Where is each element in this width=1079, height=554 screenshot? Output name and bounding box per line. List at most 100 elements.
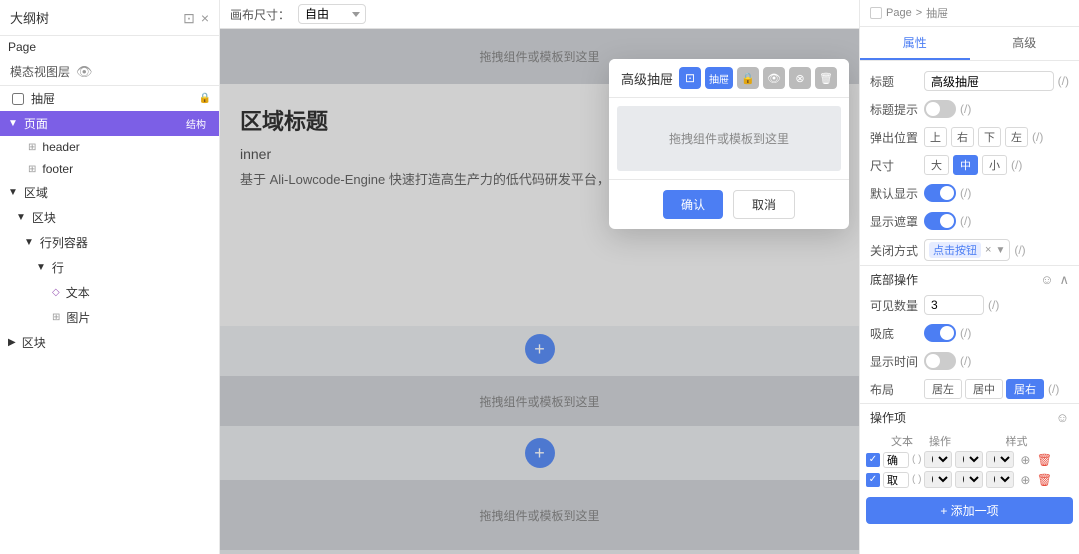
prop-title-hint-label: 标题提示 xyxy=(870,101,918,118)
prop-fixed-value: (/) xyxy=(924,324,1069,342)
chouchu-checkbox[interactable] xyxy=(12,93,24,105)
action-text-2[interactable] xyxy=(883,472,909,488)
tree-item-tupian[interactable]: ⊞ 图片 xyxy=(0,305,219,330)
mode-row: 模态视图层 👁 xyxy=(0,58,219,86)
prop-default-show-label: 默认显示 xyxy=(870,185,918,202)
add-item-button[interactable]: + 添加一项 xyxy=(866,497,1073,524)
smiley-icon[interactable]: ☺ xyxy=(1040,272,1053,288)
pos-btn-right[interactable]: 右 xyxy=(951,127,974,147)
action-select-op-2[interactable]: ( ) xyxy=(924,471,952,488)
prop-layout-row: 布局 居左 居中 居右 (/) xyxy=(860,375,1079,403)
layout-btn-left[interactable]: 居左 xyxy=(924,379,962,399)
action-select-style-1[interactable]: ( ) xyxy=(955,451,983,468)
show-mask-toggle[interactable] xyxy=(924,212,956,230)
pos-btn-down[interactable]: 下 xyxy=(978,127,1001,147)
canvas-size-label: 画布尺寸： xyxy=(230,6,290,23)
prop-layout-label: 布局 xyxy=(870,381,918,398)
action-text-slash-1[interactable]: ( ) xyxy=(912,454,921,465)
close-icon[interactable]: × xyxy=(201,11,209,25)
action-select-extra-1[interactable]: ( ) xyxy=(986,451,1014,468)
size-btn-medium[interactable]: 中 xyxy=(953,155,978,175)
action-check-1[interactable]: ✓ xyxy=(866,453,880,467)
action-row-1: ✓ ( ) ( ) ( ) ( ) ⊕ 🗑 xyxy=(866,451,1073,468)
footer-expand-icon: ⊞ xyxy=(28,164,36,175)
fixed-slash[interactable]: (/) xyxy=(960,326,971,340)
action-select-op-1[interactable]: ( ) xyxy=(924,451,952,468)
collapse-icon[interactable]: ∧ xyxy=(1059,272,1069,288)
layout-slash[interactable]: (/) xyxy=(1048,382,1059,396)
prop-title-value: (/) xyxy=(924,71,1069,91)
action-text-slash-2[interactable]: ( ) xyxy=(912,474,921,485)
pop-pos-slash[interactable]: (/) xyxy=(1032,130,1043,144)
breadcrumb-sep: > xyxy=(916,7,922,19)
fixed-toggle[interactable] xyxy=(924,324,956,342)
layout-btn-center[interactable]: 居中 xyxy=(965,379,1003,399)
show-time-toggle[interactable] xyxy=(924,352,956,370)
default-show-toggle[interactable] xyxy=(924,184,956,202)
prop-show-mask-value: (/) xyxy=(924,212,1069,230)
size-slash[interactable]: (/) xyxy=(1011,158,1022,172)
action-text-1[interactable] xyxy=(883,452,909,468)
prop-title-hint-value: (/) xyxy=(924,100,1069,118)
tree-item-hangliezi[interactable]: ▼ 行列容器 xyxy=(0,230,219,255)
title-hint-slash[interactable]: (/) xyxy=(960,102,971,116)
prop-fixed-row: 吸底 (/) xyxy=(860,319,1079,347)
tree-item-wenben[interactable]: ◇ 文本 xyxy=(0,280,219,305)
title-input[interactable] xyxy=(924,71,1054,91)
action-check-2[interactable]: ✓ xyxy=(866,473,880,487)
tab-properties[interactable]: 属性 xyxy=(860,27,970,60)
kuai1-label: 区块 xyxy=(32,209,56,226)
modal-drop-zone[interactable]: 拖拽组件或模板到这里 xyxy=(617,106,841,171)
breadcrumb-checkbox[interactable] xyxy=(870,7,882,19)
action-select-style-2[interactable]: ( ) xyxy=(955,471,983,488)
modal-icon-delete[interactable]: 🗑 xyxy=(815,67,837,89)
prop-layout-value: 居左 居中 居右 (/) xyxy=(924,379,1069,399)
canvas: 画布尺寸： 自由 1080px 768px 拖拽组件或模板到这里 区域标题 in… xyxy=(220,0,859,554)
action-copy-btn-1[interactable]: ⊕ xyxy=(1017,452,1033,468)
panel-header: 大纲树 ⊡ × xyxy=(0,0,219,36)
modal-icon-eye[interactable]: 👁 xyxy=(763,67,785,89)
visible-count-slash[interactable]: (/) xyxy=(988,298,999,312)
title-slash[interactable]: (/) xyxy=(1058,74,1069,88)
tree-item-page[interactable]: Page xyxy=(0,36,219,58)
tree-item-hang[interactable]: ▼ 行 xyxy=(0,255,219,280)
cancel-button[interactable]: 取消 xyxy=(733,190,795,219)
canvas-size-select[interactable]: 自由 1080px 768px xyxy=(298,4,366,24)
modal-icon-hide[interactable]: ⊗ xyxy=(789,67,811,89)
action-smiley-icon[interactable]: ☺ xyxy=(1056,410,1069,425)
modal-icon-screen[interactable]: ⊡ xyxy=(679,67,701,89)
action-select-extra-2[interactable]: ( ) xyxy=(986,471,1014,488)
tab-advanced[interactable]: 高级 xyxy=(970,27,1079,60)
close-method-slash[interactable]: (/) xyxy=(1014,243,1025,257)
col-style-header: 样式 xyxy=(960,433,1073,449)
tree-item-header[interactable]: ⊞ header xyxy=(0,136,219,158)
minimize-icon[interactable]: ⊡ xyxy=(183,11,195,25)
default-show-slash[interactable]: (/) xyxy=(960,186,971,200)
tree-item-chouchu[interactable]: 抽屉 🔒 xyxy=(0,86,219,111)
size-btn-small[interactable]: 小 xyxy=(982,155,1007,175)
pos-btn-up[interactable]: 上 xyxy=(924,127,947,147)
title-hint-toggle[interactable] xyxy=(924,100,956,118)
layout-btn-right[interactable]: 居右 xyxy=(1006,379,1044,399)
tree-item-yemian[interactable]: ▼ 页面 结构 xyxy=(0,111,219,136)
tree-item-kuai2[interactable]: ▶ 区块 xyxy=(0,330,219,355)
modal-icon-lock[interactable]: 🔒 xyxy=(737,67,759,89)
action-delete-btn-1[interactable]: 🗑 xyxy=(1036,452,1052,468)
confirm-button[interactable]: 确认 xyxy=(663,190,723,219)
pos-btn-left[interactable]: 左 xyxy=(1005,127,1028,147)
section-bottom-icons: ☺ ∧ xyxy=(1040,272,1069,288)
show-time-slash[interactable]: (/) xyxy=(960,354,971,368)
visible-count-input[interactable] xyxy=(924,295,984,315)
modal-tab-chouchu[interactable]: 抽屉 xyxy=(705,67,733,89)
tree-item-quyu[interactable]: ▼ 区域 xyxy=(0,180,219,205)
close-method-x[interactable]: × xyxy=(985,244,991,256)
action-delete-btn-2[interactable]: 🗑 xyxy=(1036,472,1052,488)
size-btn-large[interactable]: 大 xyxy=(924,155,949,175)
close-method-select[interactable]: 点击按钮 × ▼ xyxy=(924,239,1010,261)
tree-item-footer[interactable]: ⊞ footer xyxy=(0,158,219,180)
action-copy-btn-2[interactable]: ⊕ xyxy=(1017,472,1033,488)
tree-item-kuai1[interactable]: ▼ 区块 xyxy=(0,205,219,230)
mode-label: 模态视图层 xyxy=(10,63,70,80)
eye-icon[interactable]: 👁 xyxy=(76,64,93,80)
show-mask-slash[interactable]: (/) xyxy=(960,214,971,228)
